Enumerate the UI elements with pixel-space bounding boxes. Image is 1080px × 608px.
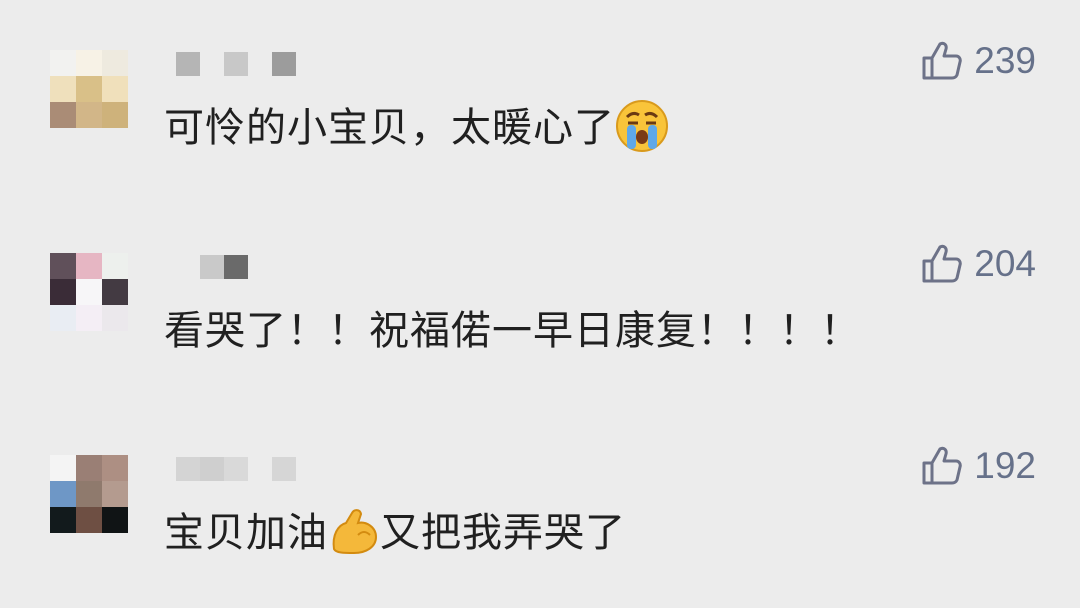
username-pixel	[176, 457, 200, 481]
username-pixel	[248, 457, 272, 481]
username-pixel	[224, 52, 248, 76]
avatar-pixel	[76, 76, 102, 102]
comment-item: 看哭了！！祝福偌一早日康复！！！！ 204	[0, 203, 1080, 383]
like-count: 204	[974, 243, 1036, 284]
crying-face-icon	[616, 100, 668, 152]
avatar-pixel	[76, 279, 102, 305]
comment-text: 可怜的小宝贝，太暖心了	[164, 100, 669, 157]
username-blurred[interactable]	[176, 457, 296, 481]
like-button[interactable]: 239	[920, 38, 1036, 84]
thumbs-up-icon	[922, 41, 963, 80]
comment-item: 可怜的小宝贝，太暖心了 239	[0, 0, 1080, 180]
avatar-pixel	[50, 76, 76, 102]
avatar-pixel	[50, 481, 76, 507]
avatar-pixel	[50, 102, 76, 128]
username-pixel	[272, 255, 296, 279]
like-button[interactable]: 204	[920, 241, 1036, 287]
username-pixel	[200, 52, 224, 76]
avatar-pixel	[102, 102, 128, 128]
avatar-pixel	[50, 305, 76, 331]
avatar-pixel	[50, 50, 76, 76]
username-pixel	[200, 255, 224, 279]
username-pixel	[248, 52, 272, 76]
avatar[interactable]	[50, 253, 128, 331]
avatar-pixel	[76, 102, 102, 128]
avatar-pixel	[102, 50, 128, 76]
comment-item: 宝贝加油 又把我弄哭了 192	[0, 405, 1080, 585]
avatar-pixel	[76, 253, 102, 279]
flexed-biceps-icon	[332, 509, 378, 555]
avatar[interactable]	[50, 455, 128, 533]
username-pixel	[272, 52, 296, 76]
like-count: 192	[974, 445, 1036, 486]
username-blurred[interactable]	[176, 255, 296, 279]
avatar-pixel	[76, 305, 102, 331]
thumbs-up-icon	[922, 446, 963, 485]
username-pixel	[224, 457, 248, 481]
comment-text: 看哭了！！祝福偌一早日康复！！！！	[164, 308, 861, 354]
avatar-pixel	[102, 455, 128, 481]
username-pixel	[248, 255, 272, 279]
avatar-pixel	[76, 507, 102, 533]
avatar-pixel	[50, 507, 76, 533]
avatar-pixel	[76, 50, 102, 76]
avatar-pixel	[102, 76, 128, 102]
avatar-pixel	[102, 507, 128, 533]
comment-text: 宝贝加油 又把我弄哭了	[164, 505, 626, 561]
username-pixel	[200, 457, 224, 481]
avatar-pixel	[50, 253, 76, 279]
username-pixel	[272, 457, 296, 481]
username-pixel	[176, 52, 200, 76]
avatar-pixel	[102, 253, 128, 279]
avatar-pixel	[76, 455, 102, 481]
avatar-pixel	[102, 279, 128, 305]
thumbs-up-icon	[922, 244, 963, 283]
like-button[interactable]: 192	[920, 443, 1036, 489]
avatar-pixel	[76, 481, 102, 507]
avatar[interactable]	[50, 50, 128, 128]
like-count: 239	[974, 40, 1036, 81]
avatar-pixel	[102, 481, 128, 507]
username-blurred[interactable]	[176, 52, 296, 76]
avatar-pixel	[50, 455, 76, 481]
avatar-pixel	[50, 279, 76, 305]
avatar-pixel	[102, 305, 128, 331]
username-pixel	[176, 255, 200, 279]
username-pixel	[224, 255, 248, 279]
